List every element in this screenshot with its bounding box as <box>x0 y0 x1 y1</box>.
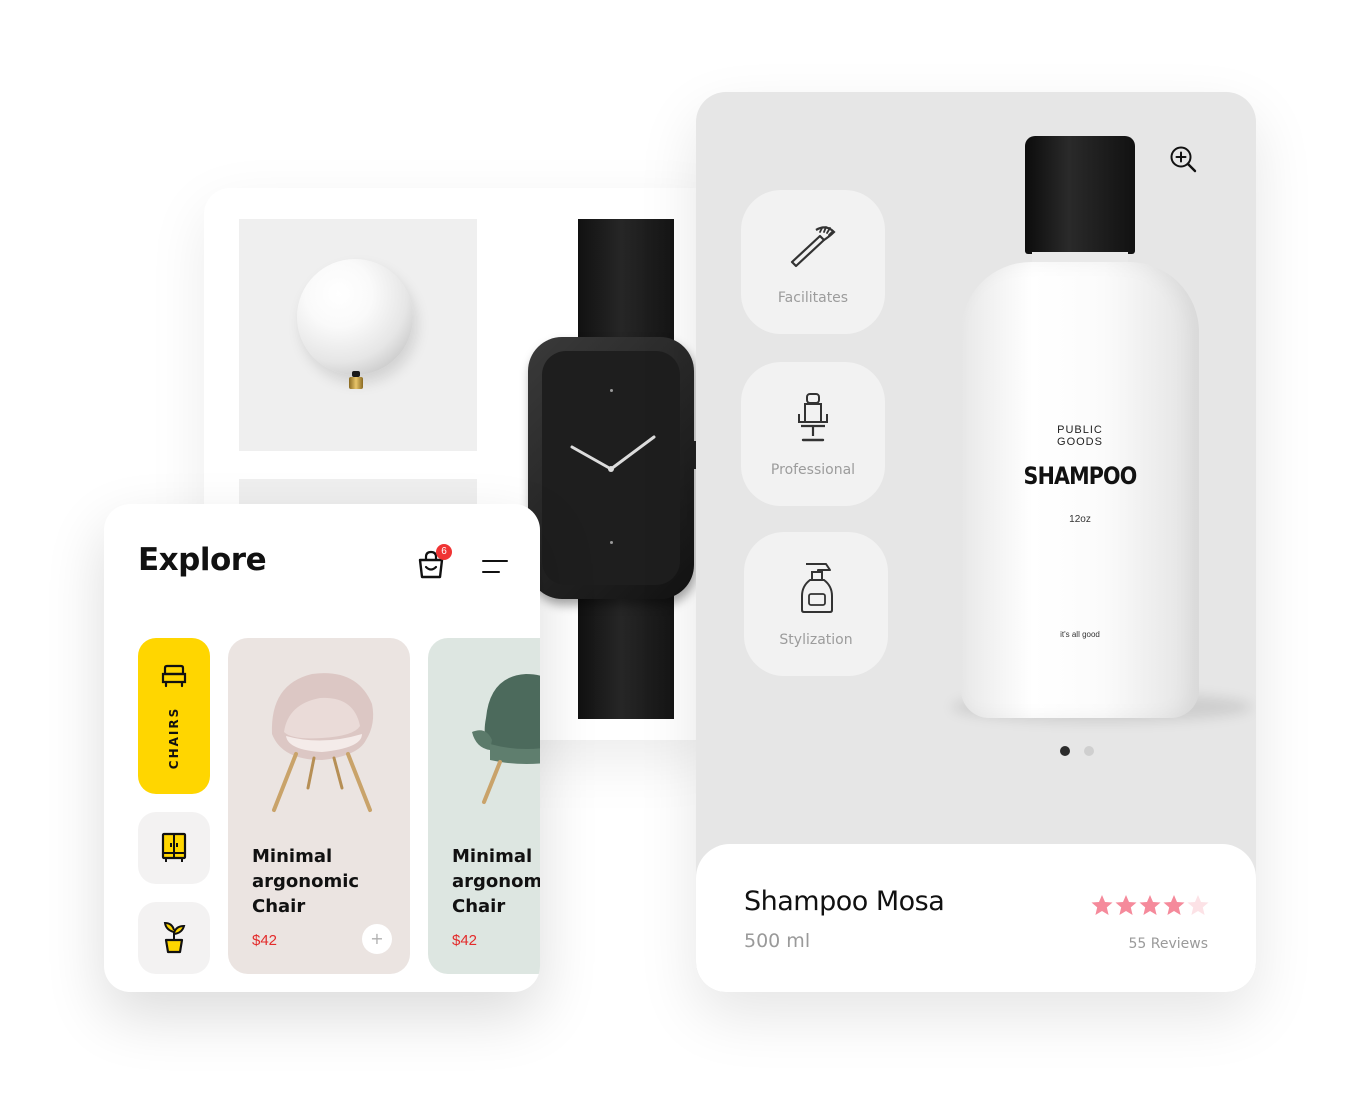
product-volume: 500 ml <box>744 930 811 952</box>
pearl-image <box>297 259 413 375</box>
armchair-icon <box>161 664 187 688</box>
star-filled-icon <box>1139 895 1161 915</box>
product-price: $42 <box>252 932 278 949</box>
watch-image <box>528 337 694 599</box>
category-wardrobe[interactable] <box>138 812 210 884</box>
category-chairs[interactable]: CHAIRS <box>138 638 210 794</box>
watch-face <box>542 351 680 585</box>
product-card[interactable]: Minimal argonomic Chair $42 + <box>228 638 410 974</box>
plant-pot-icon <box>163 921 186 954</box>
product-card[interactable]: Minimal argonomic Chair $42 <box>428 638 540 974</box>
pearl-stem <box>349 371 363 389</box>
menu-line <box>482 560 508 562</box>
feature-label: Facilitates <box>777 290 849 306</box>
cart-badge: 6 <box>436 544 452 560</box>
carousel-dot-active[interactable] <box>1060 746 1070 756</box>
carousel-dot[interactable] <box>1084 746 1094 756</box>
feature-professional[interactable]: Professional <box>741 362 885 506</box>
page-title: Explore <box>138 542 267 578</box>
product-name: Minimal argonomic Chair <box>252 846 360 917</box>
product-info-panel: Shampoo Mosa 500 ml 55 Reviews <box>696 844 1256 992</box>
wardrobe-icon <box>161 832 187 862</box>
menu-button[interactable] <box>480 556 510 578</box>
product-price: $42 <box>452 932 478 949</box>
feature-stylization[interactable]: Stylization <box>744 532 888 676</box>
bottle-cap <box>1025 136 1135 254</box>
spray-bottle-icon <box>801 563 833 613</box>
chair-image <box>271 673 374 812</box>
star-filled-icon <box>1091 895 1113 915</box>
product-name: Minimal argonomic Chair <box>452 846 540 917</box>
reviews-count[interactable]: 55 Reviews <box>1128 936 1208 952</box>
add-to-cart-button[interactable]: + <box>362 924 392 954</box>
bottle-size: 12oz <box>1069 514 1091 525</box>
product-name: Shampoo Mosa <box>744 886 945 917</box>
star-filled-icon <box>1163 895 1185 915</box>
bottle-tagline: it's all good <box>1060 630 1100 639</box>
zoom-in-icon[interactable] <box>1168 144 1198 174</box>
star-empty-icon <box>1187 895 1209 915</box>
star-filled-icon <box>1115 895 1137 915</box>
feature-facilitates[interactable]: Facilitates <box>741 190 885 334</box>
gallery-tile-pearl[interactable] <box>239 219 477 451</box>
barber-chair-icon <box>798 393 828 442</box>
category-plants[interactable] <box>138 902 210 974</box>
shampoo-bottle-image: PUBLIC GOODS SHAMPOO 12oz it's all good <box>961 262 1199 718</box>
rating-stars <box>1090 894 1212 916</box>
feature-label: Stylization <box>779 632 853 648</box>
watch-strap-bottom <box>578 585 674 719</box>
bottle-brand: PUBLIC GOODS <box>961 424 1199 448</box>
bottle-title: SHAMPOO <box>1023 462 1138 490</box>
comb-icon <box>790 226 836 268</box>
watch-hands <box>570 435 656 472</box>
shampoo-product-card: Facilitates Professional Stylization PUB… <box>696 92 1256 992</box>
explore-app-card: Explore 6 CHAIRS Minimal argonomic Chair… <box>104 504 540 992</box>
feature-label: Professional <box>770 462 856 478</box>
category-label: CHAIRS <box>167 706 181 770</box>
chair-image <box>472 674 540 804</box>
bottle-brand-line: PUBLIC <box>1057 424 1103 436</box>
bottle-brand-line: GOODS <box>1057 436 1103 448</box>
menu-line <box>482 571 500 573</box>
